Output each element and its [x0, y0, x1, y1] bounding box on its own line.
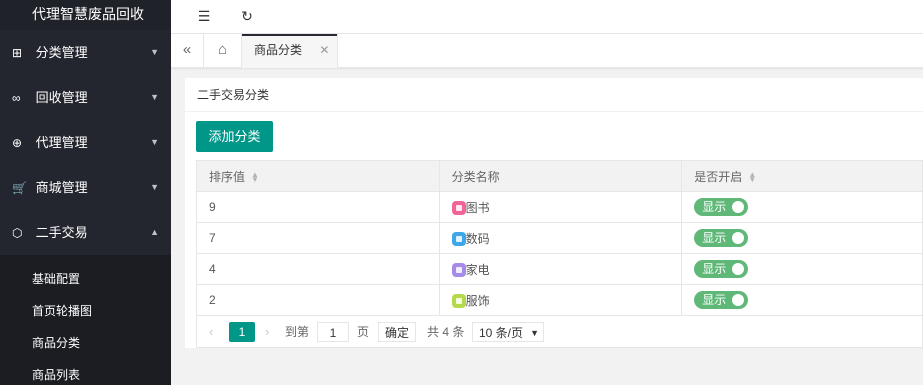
- sidebar-item-label: 回收管理: [35, 90, 88, 105]
- box-icon: ⬡: [12, 226, 23, 240]
- cell-sort: 7: [196, 222, 440, 254]
- sidebar-subitem-goods-list[interactable]: 商品列表: [0, 359, 171, 385]
- dropdown-caret-icon: ▼: [530, 328, 539, 338]
- total-count: 共 4 条: [427, 325, 465, 339]
- sort-icon[interactable]: ▲ ▼: [748, 171, 756, 184]
- cell-name: 服饰: [438, 284, 683, 316]
- table-row: 7 数码 显示: [196, 222, 923, 254]
- chevron-up-icon: ▲: [150, 227, 159, 237]
- tab-label: 商品分类: [254, 43, 303, 57]
- chevron-down-icon: ▼: [150, 47, 159, 57]
- category-table: 排序值▲▼ 分类名称 是否开启▲▼ 9 图书 显示 7 数码 显示 4: [196, 160, 923, 316]
- content-card: 二手交易分类 添加分类 排序值 ▲ ▼ 分类名称 是否开启 ▲ ▼ 9 图书 显示: [185, 78, 923, 348]
- sidebar-item-label: 二手交易: [35, 225, 88, 240]
- cell-status: 显示: [681, 191, 923, 223]
- sidebar-subitem-basic-config[interactable]: 基础配置: [0, 263, 171, 295]
- home-icon[interactable]: ⌂: [204, 34, 242, 68]
- page-size-select[interactable]: 10 条/页 ▼: [472, 322, 544, 342]
- book-icon: [451, 200, 466, 215]
- sidebar-item-label: 商城管理: [35, 180, 88, 195]
- grid-icon: ⊞: [12, 46, 23, 60]
- tab-bar: « ⌂ 商品分类 ✕: [171, 34, 923, 68]
- cell-status: 显示: [681, 253, 923, 285]
- next-page-icon[interactable]: ›: [265, 322, 269, 342]
- clothing-icon: [451, 293, 466, 308]
- confirm-page-button[interactable]: 确定: [378, 322, 416, 342]
- phone-icon: [451, 231, 466, 246]
- chevron-down-icon: ▼: [150, 182, 159, 192]
- tabs-back-icon[interactable]: «: [171, 34, 204, 68]
- refresh-icon[interactable]: ↻: [238, 7, 256, 25]
- top-header: ☰ ↻: [171, 0, 923, 34]
- chevron-down-icon: ▼: [150, 137, 159, 147]
- sidebar: 代理智慧废品回收 ⊞ 分类管理 ▼ ∞ 回收管理 ▼ ⊕ 代理管理 ▼ 🛒 商城…: [0, 0, 171, 385]
- status-toggle[interactable]: 显示: [694, 229, 749, 247]
- appliance-icon: [451, 262, 466, 277]
- column-header-enabled[interactable]: 是否开启 ▲ ▼: [681, 160, 923, 192]
- sidebar-subitem-banner[interactable]: 首页轮播图: [0, 295, 171, 327]
- sidebar-item-recycle[interactable]: ∞ 回收管理 ▼: [0, 75, 171, 120]
- sidebar-submenu: 基础配置 首页轮播图 商品分类 商品列表: [0, 255, 171, 385]
- table-row: 4 家电 显示: [196, 253, 923, 285]
- column-header-name: 分类名称: [438, 160, 683, 192]
- table-row: 9 图书 显示: [196, 191, 923, 223]
- sidebar-item-label: 分类管理: [35, 45, 88, 60]
- app-root: 代理智慧废品回收 ⊞ 分类管理 ▼ ∞ 回收管理 ▼ ⊕ 代理管理 ▼ 🛒 商城…: [0, 0, 923, 385]
- sort-icon[interactable]: ▲ ▼: [251, 171, 259, 184]
- status-toggle[interactable]: 显示: [694, 291, 749, 309]
- pagination: ‹ 1 › 到第 1 页 确定 共 4 条 10 条/页 ▼: [196, 316, 923, 348]
- chevron-down-icon: ▼: [150, 92, 159, 102]
- menu-toggle-icon[interactable]: ☰: [195, 7, 213, 25]
- goto-label: 到第: [285, 325, 310, 339]
- sidebar-item-mall[interactable]: 🛒 商城管理 ▼: [0, 165, 171, 210]
- column-header-sort[interactable]: 排序值 ▲ ▼: [196, 160, 440, 192]
- tab-goods-category[interactable]: 商品分类 ✕: [242, 34, 339, 68]
- card-title: 二手交易分类: [185, 78, 923, 112]
- cart-icon: 🛒: [12, 181, 27, 195]
- page-unit-label: 页: [357, 325, 370, 339]
- sidebar-item-label: 代理管理: [35, 135, 88, 150]
- table-row: 2 服饰 显示: [196, 284, 923, 316]
- sidebar-item-category[interactable]: ⊞ 分类管理 ▼: [0, 30, 171, 75]
- sidebar-item-agent[interactable]: ⊕ 代理管理 ▼: [0, 120, 171, 165]
- current-page[interactable]: 1: [229, 322, 255, 342]
- cell-status: 显示: [681, 284, 923, 316]
- plus-circle-icon: ⊕: [12, 136, 23, 150]
- app-title: 代理智慧废品回收: [0, 0, 171, 30]
- cell-status: 显示: [681, 222, 923, 254]
- cell-name: 数码: [438, 222, 683, 254]
- table-header-row: 排序值 ▲ ▼ 分类名称 是否开启 ▲ ▼: [196, 160, 923, 192]
- status-toggle[interactable]: 显示: [694, 198, 749, 216]
- status-toggle[interactable]: 显示: [694, 260, 749, 278]
- prev-page-icon[interactable]: ‹: [209, 322, 213, 342]
- sidebar-item-secondhand[interactable]: ⬡ 二手交易 ▲: [0, 210, 171, 255]
- sidebar-subitem-goods-category[interactable]: 商品分类: [0, 327, 171, 359]
- cell-name: 家电: [438, 253, 683, 285]
- cell-sort: 9: [196, 191, 440, 223]
- cell-sort: 2: [196, 284, 440, 316]
- add-category-button[interactable]: 添加分类: [196, 121, 273, 152]
- link-icon: ∞: [12, 91, 21, 105]
- close-icon[interactable]: ✕: [319, 34, 329, 66]
- page-number-input[interactable]: 1: [317, 322, 349, 342]
- cell-sort: 4: [196, 253, 440, 285]
- cell-name: 图书: [438, 191, 683, 223]
